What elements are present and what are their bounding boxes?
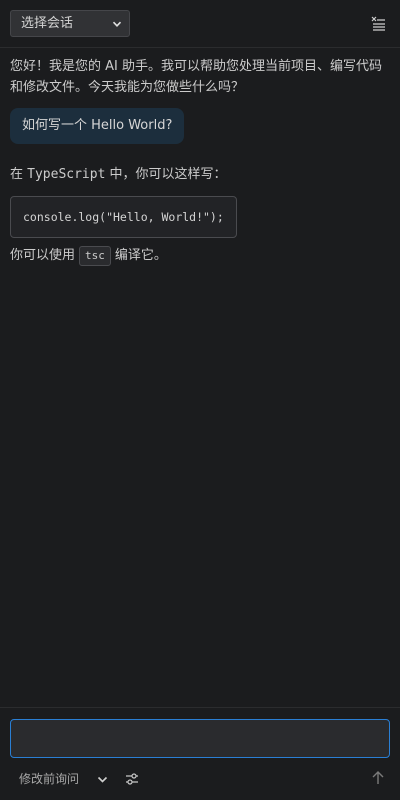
session-select[interactable]: 选择会话: [10, 10, 130, 37]
settings-sliders-icon[interactable]: [124, 771, 140, 787]
inline-code: tsc: [79, 245, 111, 266]
assistant-reply: 在 TypeScript 中，你可以这样写： console.log("Hell…: [10, 164, 390, 269]
message-list: 您好！我是您的 AI 助手。我可以帮助您处理当前项目、编写代码和修改文件。今天我…: [10, 56, 390, 269]
chat-header: 选择会话: [0, 0, 400, 48]
chevron-down-icon: [112, 21, 122, 27]
reply-intro: 在 TypeScript 中，你可以这样写：: [10, 164, 390, 185]
chat-panel: 选择会话 您好！我是您的 AI 助手。我可以帮助您处理当前项目、编写代码和修改文…: [0, 0, 400, 800]
assistant-message: 您好！我是您的 AI 助手。我可以帮助您处理当前项目、编写代码和修改文件。今天我…: [10, 59, 382, 95]
chat-input[interactable]: [10, 719, 390, 758]
clear-all-icon[interactable]: [370, 15, 386, 31]
user-message: 如何写一个 Hello World?: [10, 108, 185, 144]
arrow-up-icon[interactable]: [370, 770, 386, 786]
chevron-down-icon: [97, 776, 108, 783]
reply-intro-lang: TypeScript: [27, 167, 106, 182]
reply-outro-before: 你可以使用: [10, 248, 76, 263]
code-block: console.log("Hello, World!");: [10, 196, 237, 238]
reply-outro: 你可以使用 tsc 编译它。: [10, 243, 390, 269]
mode-select-label: 修改前询问: [19, 772, 80, 786]
mode-select[interactable]: 修改前询问: [10, 768, 112, 790]
chat-footer: 修改前询问: [0, 707, 400, 800]
session-select-label: 选择会话: [21, 16, 74, 31]
reply-intro-before: 在: [10, 167, 28, 182]
reply-intro-after: 中，你可以这样写：: [105, 167, 227, 182]
reply-outro-after: 编译它。: [114, 248, 167, 263]
